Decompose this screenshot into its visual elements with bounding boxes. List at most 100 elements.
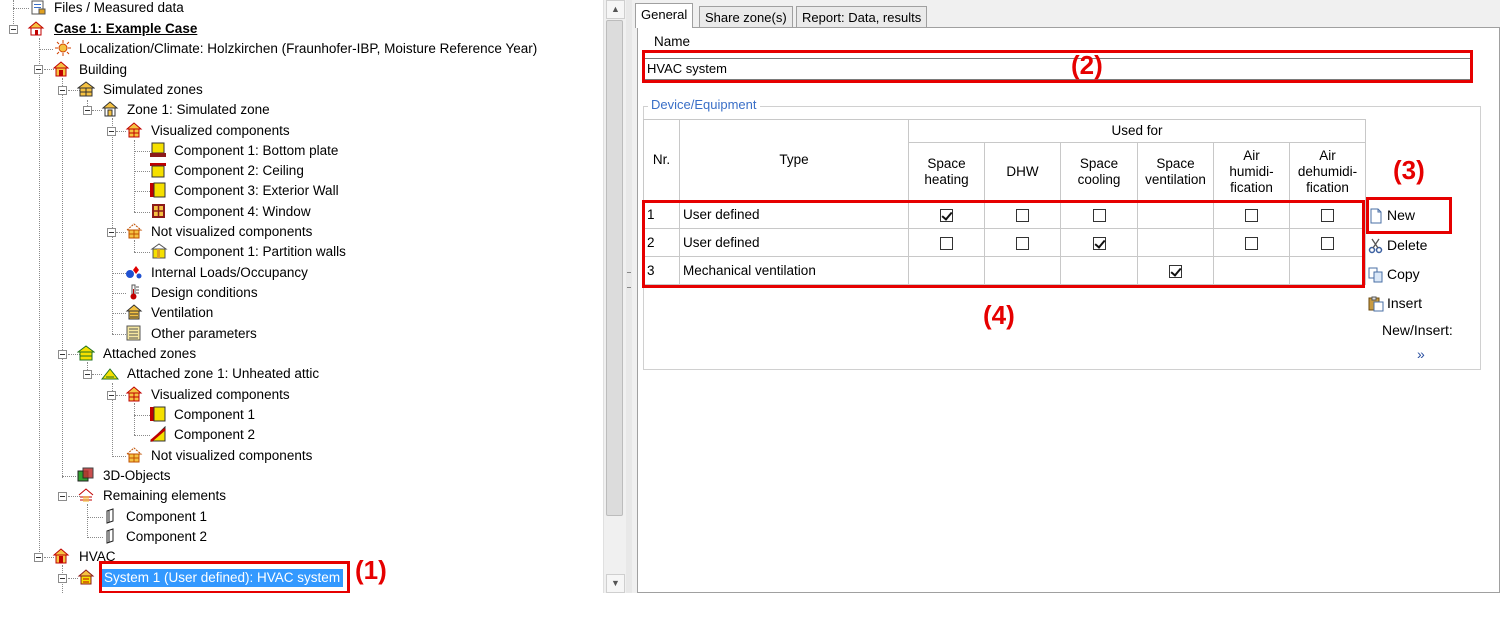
ventilation-icon	[125, 304, 143, 320]
tree-item-case-1[interactable]: Case 1: Example Case	[54, 20, 197, 38]
column-header-line: Space	[1156, 155, 1195, 171]
tab-share-zones[interactable]: Share zone(s)	[699, 6, 793, 27]
tree-vertical-scrollbar[interactable]: ▲ ▼	[603, 0, 626, 593]
column-header-used-for-5: Air dehumidi-fication	[1289, 142, 1366, 201]
tree-item-zone-1[interactable]: Zone 1: Simulated zone	[127, 101, 270, 119]
copy-button[interactable]: Copy	[1368, 263, 1420, 285]
column-header-line: Space	[1079, 155, 1119, 171]
internal-loads-icon	[126, 266, 142, 279]
expand-toggle-attached-zone-1[interactable]	[83, 370, 92, 379]
column-header-used-for-2: Space cooling	[1060, 142, 1138, 201]
component-roof-icon	[150, 426, 166, 442]
empty-cell	[1138, 285, 1214, 365]
zone-icon	[101, 101, 119, 117]
attached-zones-icon	[77, 345, 95, 361]
name-label: Name	[654, 34, 691, 49]
tree-item-attic-visualized-components[interactable]: Visualized components	[151, 386, 290, 404]
partition-wall-icon	[150, 243, 168, 259]
annotation-label-4: (4)	[983, 300, 1015, 330]
tree-item-localization-climate[interactable]: Localization/Climate: Holzkirchen (Fraun…	[79, 40, 537, 58]
expand-toggle-attached-zones[interactable]	[58, 350, 67, 359]
column-header-used-for-1: DHW	[984, 142, 1061, 201]
window-icon	[152, 204, 165, 218]
tree-item-visualized-components[interactable]: Visualized components	[151, 122, 290, 140]
empty-cell	[909, 285, 985, 365]
column-header-line: fication	[1306, 179, 1349, 195]
annotation-label-3: (3)	[1393, 155, 1425, 185]
component-wall-icon	[150, 406, 166, 422]
tree-item-attached-zone-1[interactable]: Attached zone 1: Unheated attic	[127, 365, 319, 383]
expand-toggle-system-1[interactable]	[58, 574, 67, 583]
expand-toggle-zone-1[interactable]	[83, 106, 92, 115]
expand-toggle-attic-visualized-components[interactable]	[107, 391, 116, 400]
expand-toggle-remaining-elements[interactable]	[58, 492, 67, 501]
tree-item-component-exterior-wall[interactable]: Component 3: Exterior Wall	[174, 182, 339, 200]
scroll-down-arrow-icon[interactable]: ▼	[606, 574, 625, 593]
expand-toggle-not-visualized-components[interactable]	[107, 228, 116, 237]
simulated-zones-icon	[77, 81, 95, 97]
tree-item-remaining-elements[interactable]: Remaining elements	[103, 487, 226, 505]
tree-item-ventilation[interactable]: Ventilation	[151, 304, 213, 322]
annotation-box-4	[642, 200, 1365, 288]
empty-cell	[644, 285, 680, 365]
ceiling-icon	[150, 163, 166, 178]
tree-item-files-measured-data[interactable]: Files / Measured data	[54, 0, 184, 17]
files-icon	[31, 0, 46, 15]
tab-general[interactable]: General	[635, 3, 694, 28]
tree-item-component-window[interactable]: Component 4: Window	[174, 203, 311, 221]
attic-icon	[101, 368, 119, 380]
device-equipment-group-label: Device/Equipment	[648, 97, 760, 112]
bottom-margin	[0, 593, 1500, 617]
column-header-used-for: Used for	[908, 119, 1366, 143]
annotation-box-2	[642, 50, 1473, 83]
element-icon	[106, 528, 114, 544]
scroll-up-arrow-icon[interactable]: ▲	[606, 0, 625, 19]
tree-item-component-bottom-plate[interactable]: Component 1: Bottom plate	[174, 142, 338, 160]
tree-item-3d-objects[interactable]: 3D-Objects	[103, 467, 171, 485]
column-header-line: dehumidi-	[1297, 163, 1358, 179]
delete-button-label: Delete	[1387, 237, 1428, 253]
remaining-elements-icon	[78, 488, 94, 502]
not-visualized-components-icon	[125, 223, 143, 239]
column-header-nr: Nr.	[643, 119, 680, 201]
tree-item-attached-zones[interactable]: Attached zones	[103, 345, 196, 363]
tab-report-data-results[interactable]: Report: Data, results	[796, 6, 928, 27]
tree-item-simulated-zones[interactable]: Simulated zones	[103, 81, 203, 99]
tree-item-component-partition-walls[interactable]: Component 1: Partition walls	[174, 243, 346, 261]
expand-toggle-hvac[interactable]	[34, 553, 43, 562]
tree-item-design-conditions[interactable]: Design conditions	[151, 284, 258, 302]
tree-item-building[interactable]: Building	[79, 61, 127, 79]
column-header-line: fication	[1230, 179, 1273, 195]
project-tree: Files / Measured data Case 1: Example Ca…	[0, 0, 603, 593]
column-header-line: DHW	[1006, 163, 1039, 179]
tree-item-attic-component-1[interactable]: Component 1	[174, 406, 255, 424]
tree-item-remaining-component-2[interactable]: Component 2	[126, 528, 207, 546]
expand-toggle-visualized-components[interactable]	[107, 127, 116, 136]
tree-item-internal-loads[interactable]: Internal Loads/Occupancy	[151, 264, 308, 282]
expand-toggle-simulated-zones[interactable]	[58, 86, 67, 95]
annotation-box-3	[1366, 197, 1452, 234]
scroll-thumb[interactable]	[606, 20, 623, 516]
column-header-used-for-4: Air humidi-fication	[1213, 142, 1290, 201]
column-header-type: Type	[679, 119, 909, 201]
tree-item-other-parameters[interactable]: Other parameters	[151, 325, 257, 343]
column-header-line: humidi-	[1229, 163, 1274, 179]
column-header-used-for-0: Space heating	[908, 142, 985, 201]
column-header-line: ventilation	[1145, 171, 1206, 187]
empty-cell	[680, 285, 909, 365]
case-house-icon	[27, 21, 45, 36]
expand-toggle-case[interactable]	[9, 25, 18, 34]
element-icon	[106, 508, 114, 524]
tree-item-remaining-component-1[interactable]: Component 1	[126, 508, 207, 526]
insert-button[interactable]: Insert	[1368, 292, 1422, 314]
hvac-system-icon	[77, 569, 95, 585]
scissors-icon	[1368, 238, 1383, 254]
delete-button[interactable]: Delete	[1368, 234, 1427, 256]
expand-toggle-building[interactable]	[34, 65, 43, 74]
tree-item-not-visualized-components[interactable]: Not visualized components	[151, 223, 312, 241]
tree-item-component-ceiling[interactable]: Component 2: Ceiling	[174, 162, 304, 180]
tree-item-attic-component-2[interactable]: Component 2	[174, 426, 255, 444]
column-header-line: cooling	[1077, 171, 1121, 187]
tree-item-attic-not-visualized-components[interactable]: Not visualized components	[151, 447, 312, 465]
more-options-button[interactable]: »	[1417, 346, 1425, 362]
